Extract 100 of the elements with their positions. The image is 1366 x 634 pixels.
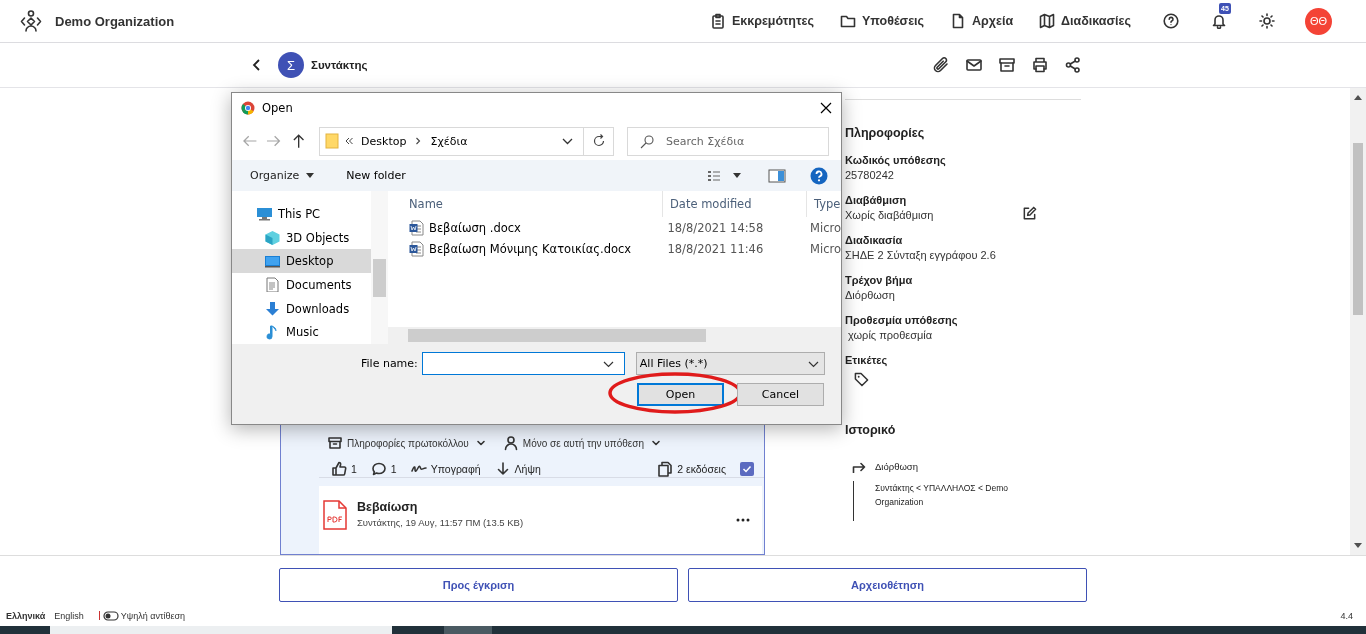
nav-link[interactable]: Υποθέσεις — [840, 13, 925, 29]
action-button[interactable]: Προς έγκριση — [279, 568, 678, 602]
folder-icon — [325, 133, 340, 149]
scroll-up-icon[interactable] — [1354, 94, 1362, 100]
folder-tree-item[interactable]: Music — [232, 320, 371, 345]
bell-icon[interactable] — [1211, 13, 1227, 29]
paperclip-icon[interactable] — [932, 56, 950, 74]
address-bar[interactable]: Desktop Σχέδια — [319, 126, 585, 156]
scrollbar-thumb[interactable] — [1353, 143, 1363, 315]
person-icon — [502, 435, 519, 451]
comment-button[interactable]: 1 — [370, 461, 397, 477]
folder-icon — [840, 13, 856, 29]
field-value: ΣΗΔΕ 2 Σύνταξη εγγράφου 2.6 — [845, 249, 996, 261]
dialog-button[interactable]: Cancel — [737, 383, 824, 406]
field-value: Χωρίς διαβάθμιση — [845, 209, 934, 221]
dialog-title: Open — [262, 101, 293, 115]
filter-dropdown[interactable]: Πληροφορίες πρωτοκόλλου — [327, 435, 489, 451]
archive-icon[interactable] — [998, 56, 1016, 74]
map-icon — [1039, 13, 1056, 29]
action-button[interactable]: Αρχειοθέτηση — [688, 568, 1087, 602]
word-document-icon — [409, 240, 424, 257]
history-step: Διόρθωση — [875, 461, 1045, 473]
scroll-down-icon[interactable] — [1354, 543, 1362, 549]
breadcrumb-item[interactable]: Σχέδια — [430, 134, 468, 148]
folder-tree-item[interactable]: Documents — [232, 273, 371, 297]
tag-icon[interactable] — [854, 372, 869, 387]
folder-tree-item[interactable]: Desktop — [232, 249, 371, 273]
field-value: Διόρθωση — [845, 289, 895, 301]
file-name[interactable]: Βεβαίωση Μόνιμης Κατοικίας.docx — [388, 240, 661, 257]
caret-down-icon — [305, 172, 316, 179]
file-date: 18/8/2021 14:58 — [666, 220, 765, 235]
preview-pane-icon[interactable] — [768, 168, 786, 183]
double-chevron-icon[interactable] — [345, 137, 354, 145]
field-label: File name: — [361, 357, 418, 370]
printer-icon[interactable] — [1031, 56, 1049, 74]
file-name-field[interactable] — [421, 352, 625, 375]
new-folder-button[interactable]: New folder — [346, 169, 406, 182]
search-field[interactable]: Search Σχέδια — [627, 126, 829, 156]
archive-icon — [327, 435, 343, 451]
contrast-label[interactable]: Υψηλή αντίθεση — [120, 610, 186, 621]
nav-link[interactable]: Αρχεία — [950, 13, 1014, 29]
download-button[interactable]: Λήψη — [494, 461, 541, 477]
sun-icon[interactable] — [1259, 13, 1275, 29]
help-icon[interactable] — [1163, 13, 1179, 29]
column-header[interactable]: Date modified — [663, 191, 807, 217]
scrollbar[interactable] — [1350, 88, 1366, 555]
dialog-button[interactable]: Open — [637, 383, 724, 406]
column-header[interactable]: Type — [807, 197, 841, 211]
more-icon[interactable] — [736, 518, 750, 522]
mail-icon[interactable] — [965, 56, 983, 74]
organization-name[interactable]: Demo Organization — [55, 13, 175, 29]
role-avatar: Σ — [278, 52, 304, 78]
breadcrumb-item[interactable]: Desktop — [361, 134, 407, 148]
organize-menu[interactable]: Organize — [250, 169, 316, 182]
field-label: Προθεσμία υπόθεσης — [845, 314, 959, 326]
column-header[interactable]: Name — [388, 191, 663, 217]
turn-arrow-icon — [852, 461, 866, 473]
nav-link[interactable]: Εκκρεμότητες — [709, 13, 814, 29]
comment-icon — [370, 461, 387, 477]
filter-dropdown[interactable]: Μόνο σε αυτή την υπόθεση — [502, 435, 664, 451]
caret-down-icon[interactable] — [732, 172, 742, 179]
up-arrow-icon[interactable] — [290, 134, 307, 148]
versions-button[interactable]: 2 εκδόσεις — [657, 461, 726, 477]
user-avatar[interactable]: ΘΘ — [1305, 7, 1332, 35]
close-icon[interactable] — [820, 102, 832, 114]
file-name[interactable]: Βεβαίωση .docx — [388, 219, 661, 236]
role-title: Συντάκτης — [311, 59, 368, 71]
word-document-icon — [409, 219, 424, 236]
folder-tree-item[interactable]: Downloads — [232, 296, 371, 321]
help-icon[interactable] — [810, 166, 828, 185]
language-link[interactable]: Ελληνικά — [6, 610, 46, 621]
scrollbar-thumb[interactable] — [373, 259, 386, 297]
refresh-button[interactable] — [584, 126, 614, 156]
section-title: Ιστορικό — [845, 423, 897, 437]
attachment-title[interactable]: Βεβαίωση — [357, 500, 524, 514]
language-link[interactable]: English — [54, 610, 84, 621]
field-label: Κωδικός υπόθεσης — [845, 154, 947, 166]
search-icon — [639, 133, 655, 150]
file-type-dropdown[interactable]: All Files (*.*) — [635, 352, 825, 375]
edit-icon[interactable] — [1022, 206, 1037, 221]
organization-logo-icon — [20, 10, 42, 32]
field-value: χωρίς προθεσμία — [847, 329, 933, 341]
folder-tree-item[interactable]: 3D Objects — [232, 225, 371, 250]
field-label: Διαδικασία — [845, 234, 904, 246]
scrollbar[interactable] — [388, 327, 841, 344]
scrollbar-thumb[interactable] — [408, 329, 706, 342]
chevron-down-icon — [807, 359, 819, 368]
checkbox[interactable] — [740, 462, 754, 476]
computer-icon — [256, 206, 273, 222]
folder-tree-item[interactable]: This PC — [232, 202, 371, 226]
sign-button[interactable]: Υπογραφή — [410, 461, 481, 477]
nav-link[interactable]: Διαδικασίες — [1039, 13, 1131, 29]
field-value: 25780242 — [845, 169, 894, 181]
chevron-down-icon — [602, 359, 614, 368]
thumbs-up-icon — [331, 461, 347, 477]
like-button[interactable]: 1 — [331, 461, 357, 477]
share-icon[interactable] — [1064, 56, 1082, 74]
file-type: Micro — [809, 241, 841, 256]
scrollbar[interactable] — [371, 191, 388, 344]
browser-logo-icon — [241, 101, 255, 115]
